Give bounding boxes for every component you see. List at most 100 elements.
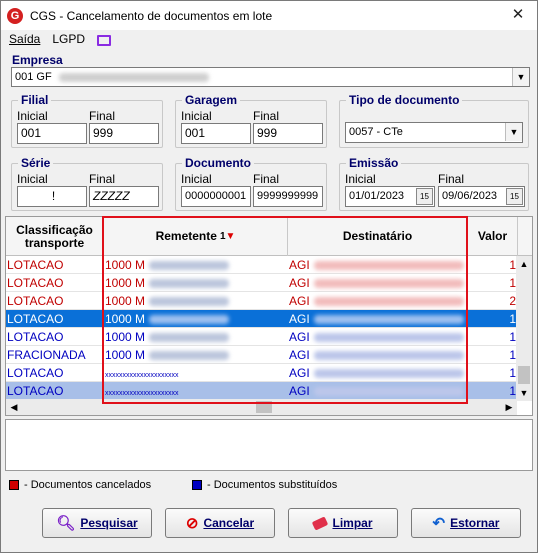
tipo-documento-title: Tipo de documento	[346, 93, 463, 107]
scroll-right-icon[interactable]: ▶	[501, 399, 517, 415]
garagem-group: Garagem Inicial Final 001 999	[175, 93, 327, 148]
legend-substituidos: - Documentos substituídos	[192, 479, 337, 491]
cell-text: LOTACAO	[7, 312, 64, 326]
cell-valor: 1	[468, 328, 518, 346]
cell-text: 1	[509, 384, 516, 398]
documento-inicial-label: Inicial	[181, 172, 212, 186]
filial-final-label: Final	[89, 109, 116, 123]
cell-classificacao: LOTACAO	[6, 328, 104, 346]
garagem-title: Garagem	[182, 93, 241, 107]
app-logo-icon: G	[7, 7, 23, 24]
scroll-left-icon[interactable]: ◀	[6, 399, 22, 415]
main-window: G CGS - Cancelamento de documentos em lo…	[0, 0, 538, 553]
cell-text: 1	[509, 330, 516, 344]
estornar-label: Estornar	[450, 516, 500, 530]
cell-classificacao: LOTACAO	[6, 364, 104, 382]
garagem-inicial-input[interactable]: 001	[181, 123, 251, 144]
cell-classificacao: LOTACAO	[6, 382, 104, 400]
filial-inicial-label: Inicial	[17, 109, 48, 123]
cell-text: 1	[509, 366, 516, 380]
cell-text: 1	[509, 276, 516, 290]
redacted-text	[58, 72, 209, 82]
scroll-up-icon[interactable]: ▲	[516, 256, 532, 272]
emissao-final-input[interactable]: 09/06/2023 15	[438, 186, 525, 207]
col-header-classificacao[interactable]: Classificação transporte	[6, 217, 104, 256]
legend-cancelados: - Documentos cancelados	[9, 479, 151, 491]
vertical-scrollbar[interactable]: ▲ ▼	[516, 256, 532, 401]
cell-text: LOTACAO	[7, 384, 64, 398]
serie-final-label: Final	[89, 172, 116, 186]
tipo-documento-value: 0057 - CTe	[349, 126, 403, 138]
chevron-down-icon[interactable]: ▼	[512, 68, 529, 86]
cell-classificacao: FRACIONADA	[6, 346, 104, 364]
cell-text: LOTACAO	[7, 276, 64, 290]
scroll-down-icon[interactable]: ▼	[516, 385, 532, 401]
highlight-box	[102, 216, 468, 404]
calendar-icon[interactable]: 15	[416, 188, 433, 205]
cell-valor: 1	[468, 274, 518, 292]
cell-valor: 1	[468, 310, 518, 328]
serie-group: Série Inicial Final ! ZZZZZ	[11, 156, 163, 211]
pesquisar-button[interactable]: 🔍︎ Pesquisar	[42, 508, 152, 538]
documento-title: Documento	[182, 156, 254, 170]
menu-saida[interactable]: Saída	[9, 32, 40, 46]
garagem-final-input[interactable]: 999	[253, 123, 323, 144]
calendar-icon[interactable]: 15	[506, 188, 523, 205]
eraser-icon	[312, 515, 329, 531]
pesquisar-label: Pesquisar	[80, 516, 138, 530]
filial-final-input[interactable]: 999	[89, 123, 159, 144]
cell-valor: 1	[468, 364, 518, 382]
limpar-label: Limpar	[332, 516, 373, 530]
filial-group: Filial Inicial Final 001 999	[11, 93, 163, 148]
close-button[interactable]: ✕	[505, 6, 531, 24]
cancelar-button[interactable]: ⊘ Cancelar	[165, 508, 275, 538]
cell-classificacao: LOTACAO	[6, 256, 104, 274]
emissao-inicial-input[interactable]: 01/01/2023 15	[345, 186, 435, 207]
red-square-icon	[9, 480, 19, 490]
tipo-documento-select[interactable]: 0057 - CTe ▼	[345, 122, 523, 143]
empresa-select[interactable]: 001 GF ▼	[11, 67, 530, 87]
blue-square-icon	[192, 480, 202, 490]
documento-final-label: Final	[253, 172, 280, 186]
monitor-icon[interactable]	[97, 34, 112, 46]
cell-text: LOTACAO	[7, 330, 64, 344]
documento-final-input[interactable]: 9999999999	[253, 186, 323, 207]
legend-substituidos-text: - Documentos substituídos	[207, 479, 338, 491]
cell-valor: 1	[468, 256, 518, 274]
serie-final-input[interactable]: ZZZZZ	[89, 186, 159, 207]
cell-valor: 1	[468, 382, 518, 400]
cell-classificacao: LOTACAO	[6, 292, 104, 310]
window-title: CGS - Cancelamento de documentos em lote	[30, 8, 273, 23]
serie-inicial-input[interactable]: !	[17, 186, 87, 207]
details-panel[interactable]	[5, 419, 533, 471]
cell-classificacao: LOTACAO	[6, 274, 104, 292]
cell-text: 1	[509, 348, 516, 362]
documento-group: Documento Inicial Final 0000000001 99999…	[175, 156, 327, 211]
undo-icon: ↶	[432, 515, 446, 532]
chevron-down-icon[interactable]: ▼	[505, 123, 522, 141]
title-bar: G CGS - Cancelamento de documentos em lo…	[1, 1, 537, 30]
menu-bar: Saída LGPD	[1, 30, 537, 48]
serie-inicial-label: Inicial	[17, 172, 48, 186]
cell-classificacao: LOTACAO	[6, 310, 104, 328]
limpar-button[interactable]: Limpar	[288, 508, 398, 538]
cell-text: LOTACAO	[7, 366, 64, 380]
cell-text: 2	[509, 294, 516, 308]
menu-lgpd[interactable]: LGPD	[52, 32, 85, 46]
cell-valor: 2	[468, 292, 518, 310]
tipo-documento-group: Tipo de documento 0057 - CTe ▼	[339, 93, 529, 148]
garagem-final-label: Final	[253, 109, 280, 123]
documento-inicial-input[interactable]: 0000000001	[181, 186, 251, 207]
cell-text: 1	[509, 312, 516, 326]
scroll-thumb[interactable]	[518, 366, 530, 384]
estornar-button[interactable]: ↶ Estornar	[411, 508, 521, 538]
cancel-icon: ⊘	[185, 515, 199, 532]
col-header-valor[interactable]: Valor	[468, 217, 518, 256]
filial-title: Filial	[18, 93, 52, 107]
emissao-group: Emissão Inicial Final 01/01/2023 15 09/0…	[339, 156, 529, 211]
cell-text: FRACIONADA	[7, 348, 86, 362]
cell-text: 1	[509, 258, 516, 272]
filial-inicial-input[interactable]: 001	[17, 123, 87, 144]
emissao-inicial-value: 01/01/2023	[349, 190, 405, 202]
emissao-final-label: Final	[438, 172, 465, 186]
